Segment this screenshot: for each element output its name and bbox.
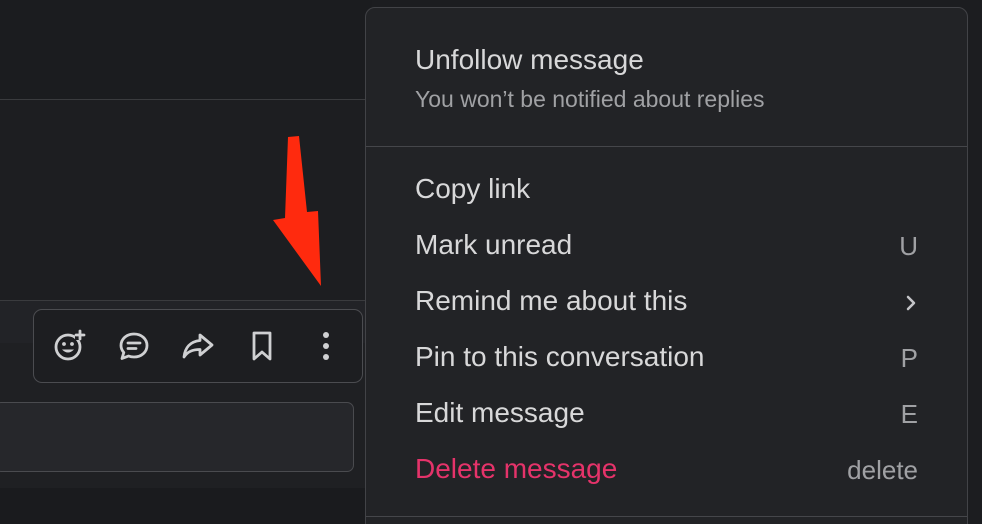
message-actions-toolbar: [33, 309, 363, 383]
reply-in-thread-button[interactable]: [112, 324, 156, 368]
menu-item-label: Delete message: [415, 453, 618, 484]
message-area-top: [0, 0, 372, 99]
share-arrow-icon: [182, 333, 214, 359]
message-composer[interactable]: [0, 402, 354, 472]
menu-item-label: Unfollow message: [415, 44, 644, 75]
emoji-add-icon: [54, 329, 86, 361]
menu-item-label: Mark unread: [415, 229, 573, 260]
pin-to-conversation-item[interactable]: Pin to this conversation P: [366, 332, 967, 384]
keyboard-shortcut: U: [899, 231, 918, 261]
unfollow-message-item[interactable]: Unfollow message You won’t be notified a…: [366, 8, 967, 146]
menu-divider: [366, 516, 967, 517]
more-actions-button[interactable]: [304, 324, 348, 368]
menu-item-label: Copy link: [415, 173, 531, 204]
edit-message-item[interactable]: Edit message E: [366, 388, 967, 440]
save-for-later-button[interactable]: [240, 324, 284, 368]
message-context-menu: Unfollow message You won’t be notified a…: [365, 7, 968, 524]
keyboard-shortcut: E: [900, 399, 918, 429]
thread-reply-icon: [119, 332, 149, 360]
app-window: Unfollow message You won’t be notified a…: [0, 0, 982, 524]
keyboard-shortcut: delete: [847, 455, 918, 485]
menu-item-label: Remind me about this: [415, 285, 688, 316]
mark-unread-item[interactable]: Mark unread U: [366, 220, 967, 272]
delete-message-item[interactable]: Delete message delete: [366, 444, 967, 496]
copy-link-item[interactable]: Copy link: [366, 164, 967, 216]
footer-area: [0, 488, 372, 524]
bookmark-icon: [252, 331, 272, 361]
remind-me-item[interactable]: Remind me about this: [366, 276, 967, 328]
red-arrow-annotation: [273, 136, 321, 286]
keyboard-shortcut: P: [900, 343, 918, 373]
vertical-ellipsis-icon: [323, 332, 329, 360]
menu-divider: [366, 146, 967, 147]
chevron-right-icon: [906, 295, 916, 311]
menu-item-label: Edit message: [415, 397, 585, 428]
add-reaction-button[interactable]: [48, 324, 92, 368]
menu-item-label: Pin to this conversation: [415, 341, 705, 372]
forward-message-button[interactable]: [176, 324, 220, 368]
menu-item-description: You won’t be notified about replies: [415, 86, 765, 112]
